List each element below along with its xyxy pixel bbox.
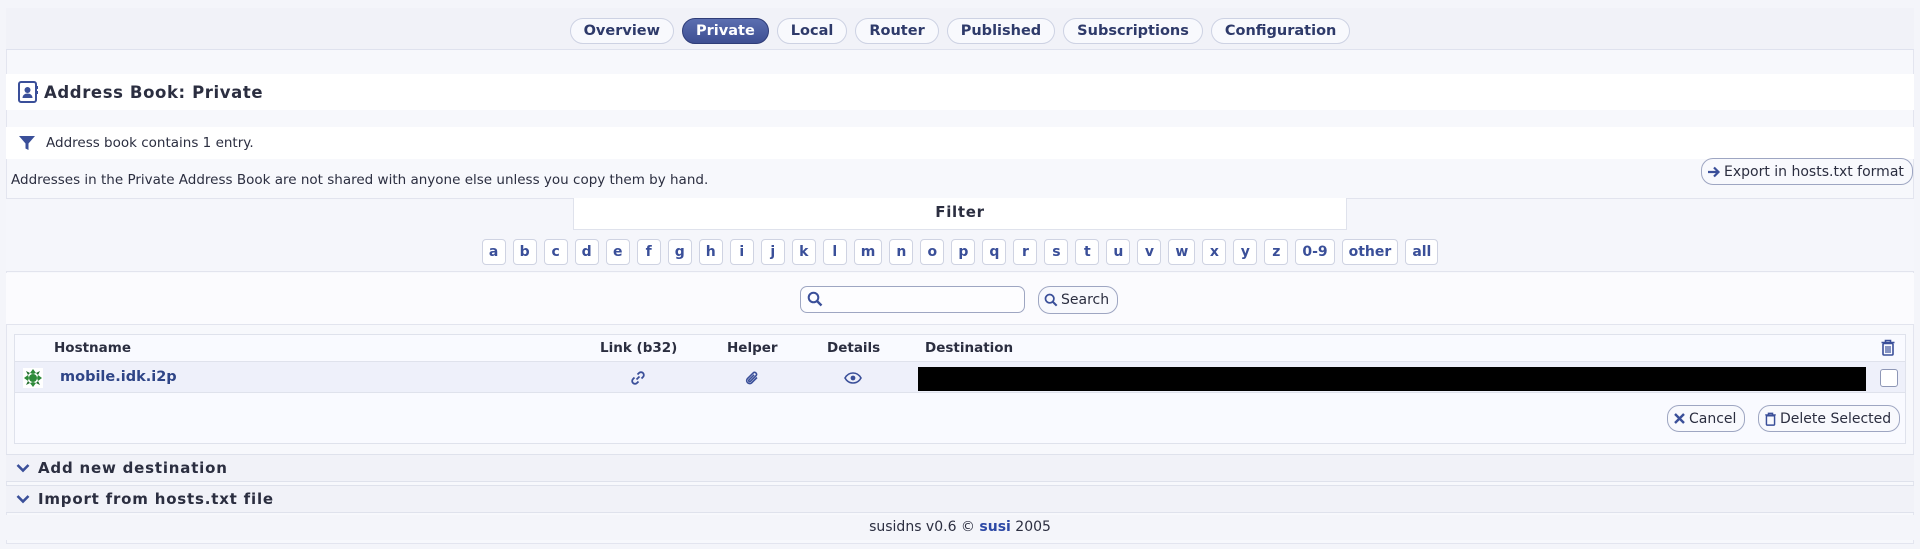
search-icon: [807, 291, 823, 307]
address-book-icon: [18, 81, 38, 103]
private-notice: Addresses in the Private Address Book ar…: [11, 172, 709, 188]
trash-icon: [1765, 412, 1776, 426]
page-title: Address Book: Private: [44, 82, 264, 102]
col-destination: Destination: [925, 340, 1014, 356]
search-icon: [1044, 293, 1058, 307]
add-destination-label: Add new destination: [38, 459, 228, 477]
delete-selected-button[interactable]: Delete Selected: [1758, 405, 1901, 432]
filter-letter[interactable]: m: [853, 239, 883, 265]
paperclip-icon[interactable]: [744, 370, 760, 386]
footer-susi-link[interactable]: susi: [979, 519, 1010, 535]
chevron-down-icon: [16, 495, 30, 504]
row-select-checkbox[interactable]: [1880, 369, 1898, 387]
col-link: Link (b32): [600, 340, 678, 356]
filter-letter[interactable]: x: [1202, 239, 1227, 265]
filter-letter[interactable]: l: [822, 239, 847, 265]
filter-letter[interactable]: p: [951, 239, 976, 265]
page-header: Address Book: Private: [6, 74, 1914, 110]
filter-letter[interactable]: s: [1044, 239, 1069, 265]
filter-letter[interactable]: w: [1168, 239, 1196, 265]
cancel-button[interactable]: Cancel: [1667, 405, 1746, 432]
filter-digits[interactable]: 0-9: [1295, 239, 1335, 265]
tab-configuration[interactable]: Configuration: [1210, 17, 1351, 44]
filter-all[interactable]: all: [1405, 239, 1439, 265]
search-button-label: Search: [1061, 292, 1110, 308]
filter-letter[interactable]: u: [1106, 239, 1131, 265]
filter-letter[interactable]: a: [481, 239, 506, 265]
top-nav: Overview Private Local Router Published …: [6, 8, 1914, 50]
filter-letter[interactable]: d: [574, 239, 599, 265]
filter-letter[interactable]: r: [1013, 239, 1038, 265]
filter-letter[interactable]: n: [889, 239, 914, 265]
filter-icon: [19, 136, 35, 150]
filter-letter[interactable]: y: [1233, 239, 1258, 265]
filter-letter[interactable]: c: [543, 239, 568, 265]
letter-filter: a b c d e f g h i j k l m n o p q r s t …: [0, 239, 1920, 265]
footer-prefix: susidns v0.6 ©: [869, 519, 975, 535]
identicon-icon: [23, 368, 43, 388]
destination-redacted: [918, 367, 1866, 391]
filter-letter[interactable]: q: [982, 239, 1007, 265]
tab-published[interactable]: Published: [946, 17, 1056, 44]
entry-count-text: Address book contains 1 entry.: [46, 135, 254, 151]
add-destination-toggle[interactable]: Add new destination: [6, 454, 1914, 482]
tab-overview[interactable]: Overview: [569, 17, 675, 44]
footer: susidns v0.6 © susi 2005: [6, 515, 1914, 540]
col-hostname: Hostname: [54, 340, 132, 356]
import-hosts-label: Import from hosts.txt file: [38, 490, 274, 508]
search-input[interactable]: [800, 286, 1025, 313]
link-icon[interactable]: [630, 370, 646, 386]
tab-private[interactable]: Private: [682, 17, 769, 44]
filter-letter[interactable]: j: [760, 239, 785, 265]
filter-letter[interactable]: g: [667, 239, 692, 265]
filter-other[interactable]: other: [1341, 239, 1399, 265]
filter-letter[interactable]: z: [1264, 239, 1289, 265]
trash-icon: [1881, 339, 1895, 356]
hostname-link[interactable]: mobile.idk.i2p: [60, 369, 177, 385]
filter-letter[interactable]: t: [1075, 239, 1100, 265]
filter-letter[interactable]: h: [698, 239, 723, 265]
footer-year: 2005: [1015, 519, 1051, 535]
export-button[interactable]: Export in hosts.txt format: [1701, 158, 1913, 185]
export-label: Export in hosts.txt format: [1724, 163, 1904, 180]
filter-letter[interactable]: e: [605, 239, 630, 265]
close-icon: [1674, 413, 1685, 424]
tab-local[interactable]: Local: [776, 17, 848, 44]
filter-letter[interactable]: f: [636, 239, 661, 265]
search-button[interactable]: Search: [1038, 286, 1119, 314]
tab-router[interactable]: Router: [855, 17, 939, 44]
chevron-down-icon: [16, 464, 30, 473]
col-helper: Helper: [727, 340, 778, 356]
cancel-label: Cancel: [1689, 410, 1737, 427]
tab-subscriptions[interactable]: Subscriptions: [1063, 17, 1203, 44]
filter-letter[interactable]: i: [729, 239, 754, 265]
filter-letter[interactable]: o: [920, 239, 945, 265]
col-details: Details: [827, 340, 881, 356]
delete-label: Delete Selected: [1780, 410, 1892, 427]
entry-count-bar: Address book contains 1 entry.: [6, 127, 1914, 159]
arrow-right-icon: [1708, 166, 1721, 177]
filter-letter[interactable]: b: [512, 239, 537, 265]
filter-letter[interactable]: v: [1137, 239, 1162, 265]
import-hosts-toggle[interactable]: Import from hosts.txt file: [6, 485, 1914, 513]
filter-title: Filter: [573, 198, 1347, 230]
filter-letter[interactable]: k: [791, 239, 816, 265]
eye-icon[interactable]: [844, 371, 862, 385]
